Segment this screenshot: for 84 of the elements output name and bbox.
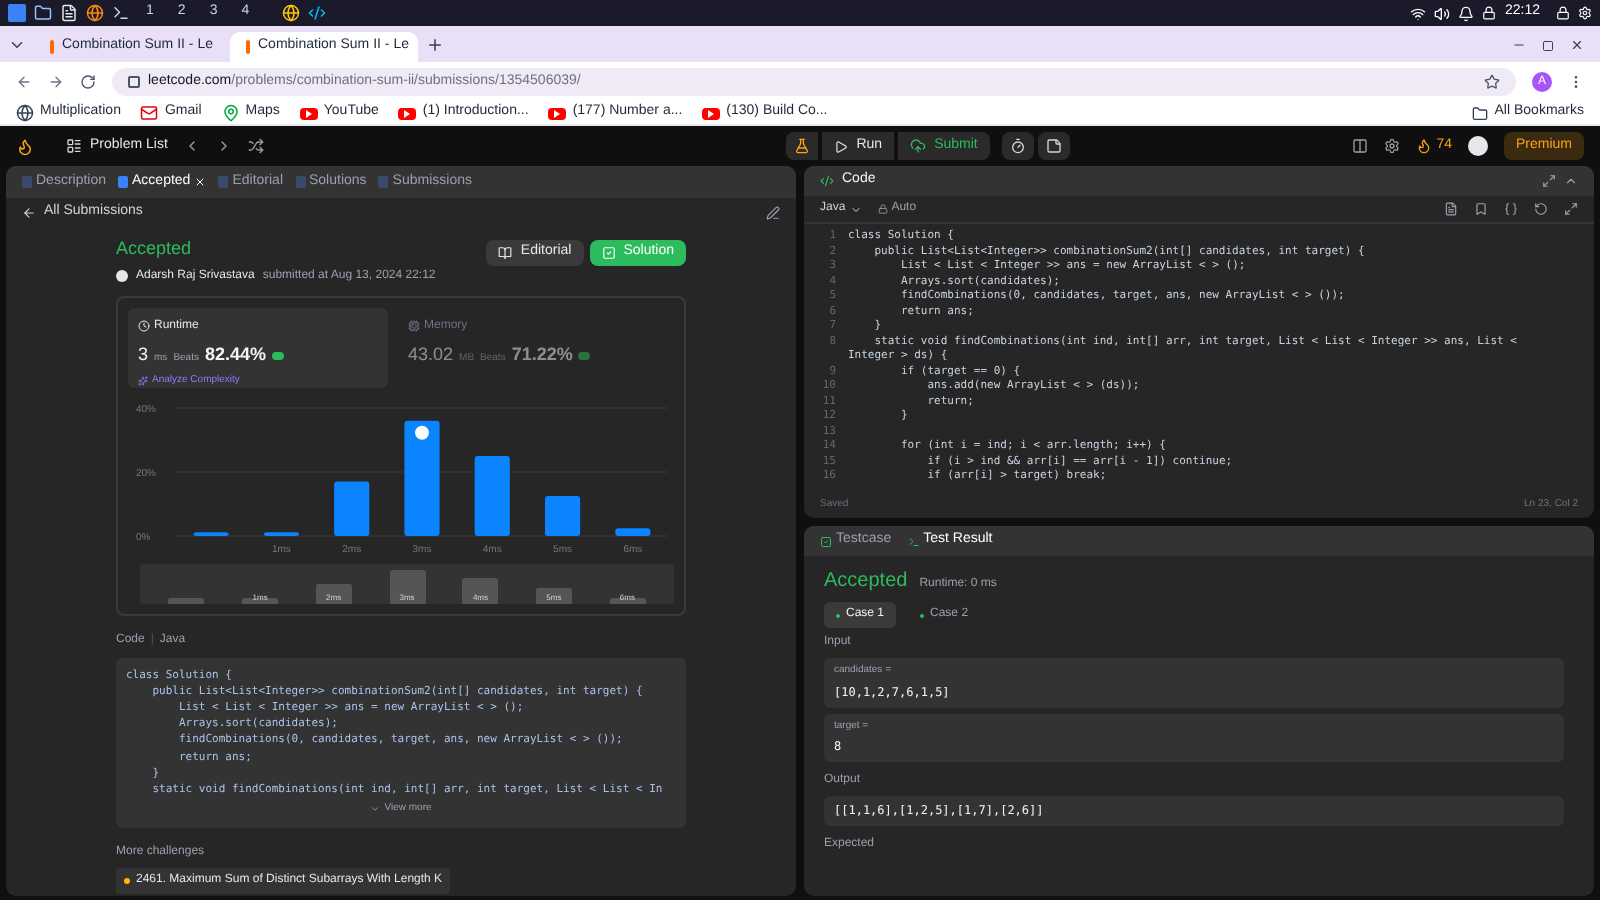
notes-icon[interactable]: [1444, 202, 1458, 216]
browser-icon[interactable]: [281, 4, 300, 22]
avatar: [116, 270, 128, 282]
forward-icon[interactable]: [48, 74, 64, 90]
bar: [474, 455, 510, 535]
logo-icon[interactable]: [16, 137, 34, 155]
bookmark-star-icon[interactable]: [1484, 74, 1500, 90]
settings-icon[interactable]: [1384, 138, 1401, 154]
map-pin-icon: [221, 104, 240, 122]
tab-list-icon[interactable]: [8, 36, 26, 54]
bookmark-icon[interactable]: [1474, 202, 1488, 216]
bar: [615, 527, 651, 535]
beats-value: 71.22%: [511, 341, 573, 367]
flame-icon: [1416, 138, 1433, 154]
marker-dot: [415, 424, 429, 439]
volume-icon: [1434, 5, 1451, 21]
document-icon[interactable]: [60, 4, 78, 22]
lock-icon: [1556, 6, 1570, 20]
result-status: Accepted: [824, 568, 908, 596]
folder-icon[interactable]: [34, 4, 52, 22]
list-icon: [66, 138, 82, 154]
badge-icon: [272, 351, 285, 359]
close-icon[interactable]: [1570, 38, 1584, 52]
notes-button[interactable]: [1037, 132, 1070, 160]
status-text: Accepted: [116, 236, 194, 262]
editor-icon[interactable]: [307, 4, 326, 22]
collapse-icon[interactable]: [1564, 174, 1578, 188]
bar: [545, 495, 581, 535]
edit-icon[interactable]: [766, 205, 780, 219]
back-arrow-icon: [22, 205, 36, 219]
browser-icon[interactable]: [86, 4, 104, 22]
debug-button[interactable]: [786, 132, 819, 160]
tab-icon: [295, 176, 305, 188]
format-icon[interactable]: [1504, 202, 1518, 216]
play-icon: [702, 107, 721, 119]
play-icon: [548, 107, 567, 119]
tab-icon: [218, 176, 229, 188]
play-icon: [834, 139, 849, 153]
site-info-icon: [128, 76, 140, 88]
flask-icon: [794, 138, 811, 154]
play-icon: [398, 107, 417, 119]
terminal-icon[interactable]: [112, 4, 130, 22]
terminal-icon: [907, 535, 920, 547]
restore-icon[interactable]: [1542, 40, 1554, 52]
chevron-down-icon: [849, 203, 862, 215]
check-square-icon: [820, 535, 832, 547]
stat-value: 43.02: [408, 341, 454, 367]
back-icon[interactable]: [16, 74, 32, 90]
sparkle-icon: [138, 376, 148, 387]
bar: [334, 480, 370, 535]
folder-icon: [1472, 105, 1489, 121]
avatar[interactable]: [1468, 136, 1488, 156]
tab-icon: [378, 176, 389, 188]
range-bar: [168, 598, 205, 603]
book-icon: [498, 246, 513, 260]
chip-icon: [408, 320, 420, 332]
reset-icon[interactable]: [1534, 202, 1548, 216]
stat-value: 3: [138, 341, 149, 367]
clock-icon: [138, 320, 150, 332]
reload-icon[interactable]: [80, 74, 96, 90]
shuffle-icon[interactable]: [247, 138, 264, 154]
mail-icon: [140, 104, 159, 122]
bell-icon: [1458, 5, 1475, 21]
check-square-icon: [601, 246, 616, 260]
cloud-upload-icon: [910, 138, 927, 154]
note-icon: [1045, 138, 1062, 154]
fullscreen-icon[interactable]: [1564, 202, 1578, 216]
maximize-icon[interactable]: [1542, 174, 1556, 188]
tab-icon: [22, 176, 32, 188]
beats-value: 82.44%: [204, 341, 267, 367]
timer-button[interactable]: [1001, 132, 1034, 160]
layout-icon[interactable]: [1352, 138, 1369, 154]
wifi-icon: [1410, 5, 1427, 21]
chevron-down-icon: [370, 804, 381, 815]
lock-icon: [1482, 6, 1497, 20]
tab-icon: [118, 176, 129, 188]
badge-icon: [578, 351, 591, 359]
globe-icon: [16, 104, 34, 122]
code-icon: [820, 174, 834, 188]
bar: [404, 419, 440, 535]
lock-icon: [877, 204, 888, 214]
play-icon: [299, 107, 318, 119]
new-tab-icon[interactable]: [426, 36, 444, 54]
timer-icon: [1009, 138, 1026, 154]
